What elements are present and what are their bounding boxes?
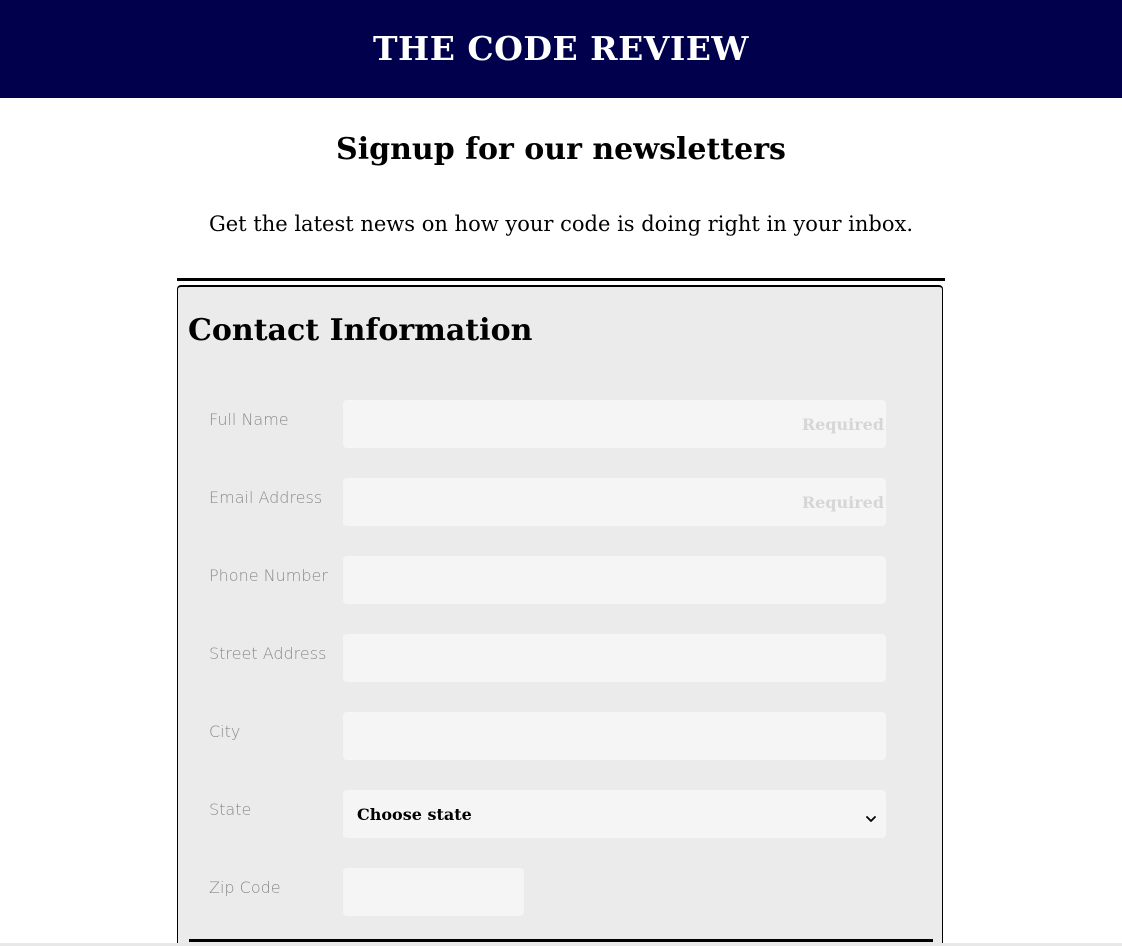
zip-row: Zip Code [178,868,944,916]
street-input[interactable] [343,634,886,682]
email-row: Email Address [178,478,944,526]
city-row: City [178,712,944,760]
site-header: THE CODE REVIEW [0,0,1122,98]
state-label: State [209,800,252,819]
zip-label: Zip Code [209,878,281,897]
zip-input[interactable] [343,868,524,916]
fieldset-bottom-divider [189,939,933,942]
phone-input[interactable] [343,556,886,604]
page-subtitle: Get the latest news on how your code is … [208,212,914,236]
chevron-down-icon [866,809,876,822]
state-select[interactable]: Choose state [343,790,886,838]
divider [177,278,945,281]
state-row: State Choose state [178,790,944,838]
site-title: THE CODE REVIEW [373,28,749,68]
page-title: Signup for our newsletters [336,132,786,167]
city-label: City [209,722,241,741]
phone-row: Phone Number [178,556,944,604]
phone-label: Phone Number [209,566,328,585]
email-label: Email Address [209,488,323,507]
city-input[interactable] [343,712,886,760]
street-row: Street Address [178,634,944,682]
full-name-input[interactable] [343,400,886,448]
full-name-label: Full Name [209,410,289,429]
full-name-row: Full Name [178,400,944,448]
page: THE CODE REVIEW Signup for our newslette… [0,0,1122,946]
email-input[interactable] [343,478,886,526]
state-select-value: Choose state [357,804,472,824]
street-label: Street Address [209,644,327,663]
contact-information-fieldset: Contact Information Full Name Email Addr… [177,285,943,946]
fieldset-legend: Contact Information [188,313,533,348]
